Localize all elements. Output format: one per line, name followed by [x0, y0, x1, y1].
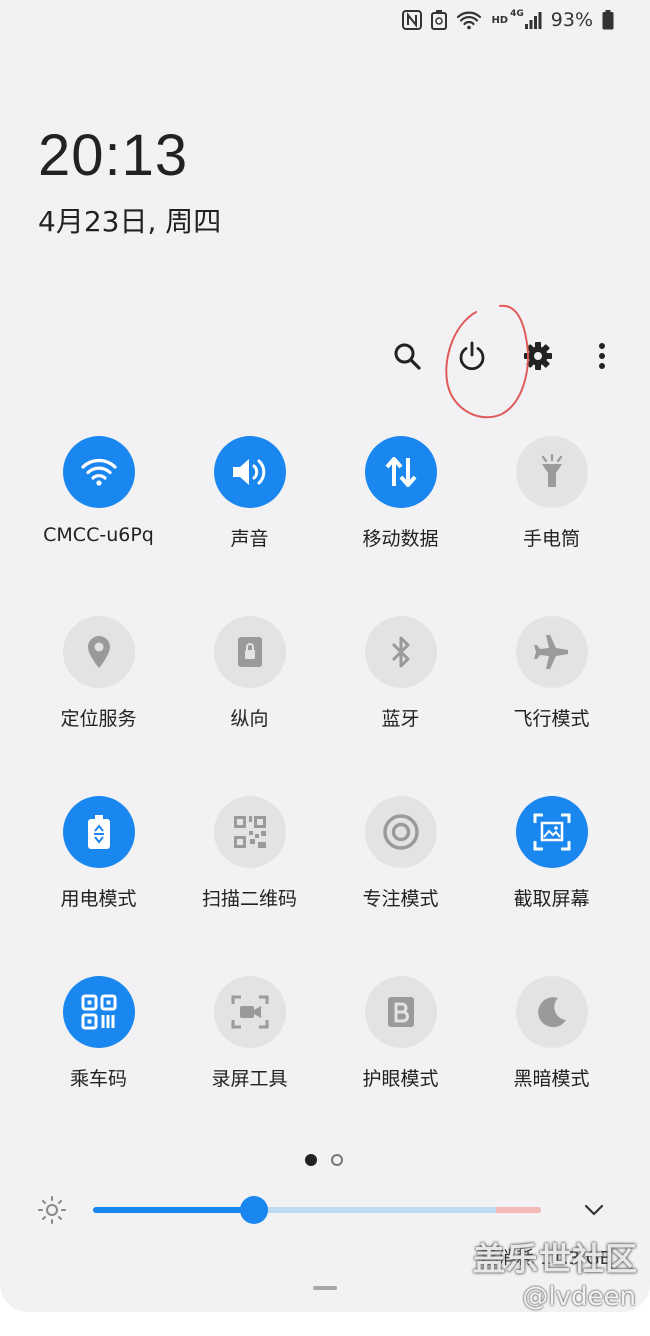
- tile-location[interactable]: 定位服务: [23, 616, 174, 796]
- tile-eye-comfort[interactable]: 护眼模式: [325, 976, 476, 1156]
- tile-label: 扫描二维码: [201, 888, 297, 910]
- brightness-thumb[interactable]: [240, 1196, 269, 1224]
- tile-power-mode[interactable]: 用电模式: [23, 796, 174, 976]
- search-icon[interactable]: [387, 336, 427, 376]
- brightness-fill: [93, 1207, 255, 1213]
- brightness-control: [36, 1190, 616, 1230]
- tile-flashlight[interactable]: 手电筒: [476, 436, 627, 616]
- tile-screenshot[interactable]: 截取屏幕: [476, 796, 627, 976]
- tile-qr-scan[interactable]: 扫描二维码: [174, 796, 325, 976]
- watermark-site: 盖乐世社区: [472, 1240, 638, 1278]
- cell-signal-icon: HD 4G: [491, 9, 542, 30]
- wifi-icon: [62, 436, 135, 508]
- clock-date[interactable]: 4月23日, 周四: [38, 200, 221, 240]
- brightness-high-zone: [496, 1207, 541, 1213]
- tile-label: 声音: [230, 528, 269, 550]
- page-dot[interactable]: [331, 1154, 343, 1166]
- quick-panel: HD 4G 93% 20:13 4月23日, 周四 CMCC-u6Pq 声音 移…: [0, 0, 650, 1312]
- flashlight-icon: [515, 436, 588, 508]
- battery-saver-icon: [431, 10, 448, 30]
- portrait-lock-icon: [213, 616, 286, 688]
- tile-label: 护眼模式: [362, 1068, 439, 1090]
- tile-label: 飞行模式: [513, 708, 590, 730]
- more-icon[interactable]: [582, 336, 622, 376]
- tile-label: 截取屏幕: [513, 888, 590, 910]
- airplane-icon: [515, 616, 588, 688]
- panel-handle[interactable]: [313, 1286, 337, 1290]
- page-dot-active[interactable]: [305, 1154, 317, 1166]
- qr-scan-icon: [213, 796, 286, 868]
- screen-record-icon: [213, 976, 286, 1048]
- battery-icon: [602, 10, 614, 30]
- tile-bluetooth[interactable]: 蓝牙: [325, 616, 476, 796]
- tile-focus[interactable]: 专注模式: [325, 796, 476, 976]
- tile-mobile-data[interactable]: 移动数据: [325, 436, 476, 616]
- tile-airplane[interactable]: 飞行模式: [476, 616, 627, 796]
- status-bar: HD 4G 93%: [402, 6, 614, 34]
- tile-label: 录屏工具: [211, 1068, 288, 1090]
- tile-dark-mode[interactable]: 黑暗模式: [476, 976, 627, 1156]
- screenshot-icon: [515, 796, 588, 868]
- tile-label: 移动数据: [362, 528, 439, 550]
- chevron-down-icon[interactable]: [582, 1198, 606, 1222]
- page-indicator: [305, 1154, 343, 1166]
- brightness-icon: [38, 1196, 66, 1224]
- clock-time[interactable]: 20:13: [38, 122, 188, 189]
- tile-label: 用电模式: [60, 888, 137, 910]
- tile-label: 蓝牙: [381, 708, 420, 730]
- tile-label: 乘车码: [69, 1068, 127, 1090]
- wifi-icon: [456, 10, 482, 30]
- cell-label: 4G: [510, 9, 524, 19]
- tile-label: CMCC-u6Pq: [43, 524, 154, 546]
- focus-icon: [364, 796, 437, 868]
- quick-settings-grid: CMCC-u6Pq 声音 移动数据 手电筒 定位服务 纵向 蓝牙 飞行模式 用电…: [23, 436, 627, 1156]
- bluetooth-icon: [364, 616, 437, 688]
- tile-label: 专注模式: [362, 888, 439, 910]
- tile-label: 定位服务: [60, 708, 137, 730]
- battery-percent: 93%: [550, 9, 593, 31]
- sound-icon: [213, 436, 286, 508]
- nfc-icon: [402, 10, 423, 30]
- tile-ride-code[interactable]: 乘车码: [23, 976, 174, 1156]
- annotation-circle: [445, 304, 529, 419]
- tile-label: 手电筒: [522, 528, 580, 550]
- tile-portrait[interactable]: 纵向: [174, 616, 325, 796]
- watermark-user: @lvdeen: [522, 1282, 636, 1312]
- tile-wifi[interactable]: CMCC-u6Pq: [23, 436, 174, 616]
- power-mode-icon: [62, 796, 135, 868]
- ride-code-icon: [62, 976, 135, 1048]
- panel-toolbar: [0, 336, 650, 376]
- tile-label: 纵向: [230, 708, 269, 730]
- eye-comfort-icon: [364, 976, 437, 1048]
- location-icon: [62, 616, 135, 688]
- brightness-slider[interactable]: [93, 1207, 541, 1213]
- network-label: HD: [491, 14, 509, 26]
- tile-sound[interactable]: 声音: [174, 436, 325, 616]
- tile-label: 黑暗模式: [513, 1068, 590, 1090]
- tile-screen-record[interactable]: 录屏工具: [174, 976, 325, 1156]
- mobile-data-icon: [364, 436, 437, 508]
- dark-mode-icon: [515, 976, 588, 1048]
